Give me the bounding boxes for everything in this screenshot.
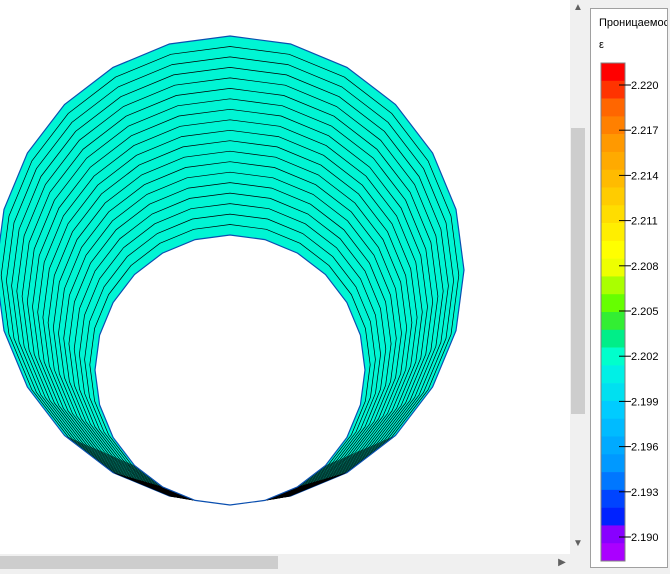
legend-color-swatch: [601, 365, 625, 384]
legend-color-swatch: [601, 223, 625, 242]
scroll-down-icon[interactable]: ▼: [570, 536, 586, 552]
legend-symbol: ε: [599, 39, 604, 51]
legend-color-swatch: [601, 543, 625, 562]
legend-color-swatch: [601, 436, 625, 455]
legend-color-swatch: [601, 418, 625, 437]
legend-color-swatch: [601, 258, 625, 277]
legend-tick-label: 2.190: [631, 532, 659, 544]
contour-plot: [0, 35, 465, 506]
legend-color-swatch: [601, 400, 625, 420]
scroll-right-icon[interactable]: ▶: [554, 554, 570, 571]
legend-color-swatch: [601, 383, 625, 402]
legend-color-swatch: [601, 454, 625, 473]
legend-color-swatch: [601, 98, 625, 117]
legend-tick-label: 2.196: [631, 442, 659, 454]
legend-color-swatch: [601, 187, 625, 206]
legend-tick-label: 2.220: [631, 80, 659, 92]
legend-color-swatch: [601, 134, 625, 153]
legend-color-swatch: [601, 525, 625, 544]
legend-color-swatch: [601, 489, 625, 508]
horizontal-scrollbar[interactable]: ▶: [0, 554, 570, 571]
legend-color-swatch: [601, 80, 625, 99]
horizontal-scroll-thumb[interactable]: [0, 556, 278, 569]
inner-hole: [94, 234, 366, 506]
legend-tick-label: 2.205: [631, 306, 659, 318]
legend-color-swatch: [601, 472, 625, 491]
legend-color-swatch: [601, 329, 625, 348]
legend-tick-label: 2.202: [631, 351, 659, 363]
legend-title: Проницаемос: [599, 17, 667, 29]
legend-tick-label: 2.217: [631, 125, 659, 137]
scroll-up-icon[interactable]: ▲: [570, 0, 586, 16]
legend-tick-label: 2.211: [631, 216, 658, 228]
legend-color-swatch: [601, 507, 625, 526]
contour-plot-canvas[interactable]: [0, 0, 570, 554]
legend-tick-label: 2.193: [631, 487, 659, 499]
vertical-scroll-thumb[interactable]: [571, 128, 585, 414]
legend-colorbar: 2.220 2.217 2.214 2.211 2.208 2.205 2.202 2.199…: [600, 62, 659, 562]
color-legend: 2.220 2.217 2.214 2.211 2.208 2.205 2.202 2.199…: [590, 8, 668, 568]
vertical-scrollbar[interactable]: ▲ ▼: [570, 0, 586, 554]
legend-tick-label: 2.214: [631, 170, 659, 182]
legend-color-swatch: [601, 151, 625, 171]
legend-color-swatch: [601, 276, 625, 295]
legend-color-swatch: [601, 240, 625, 259]
legend-color-swatch: [601, 312, 625, 331]
legend-color-swatch: [601, 294, 625, 313]
legend-color-swatch: [601, 169, 625, 188]
legend-tick-label: 2.199: [631, 396, 659, 408]
legend-color-swatch: [601, 63, 625, 82]
legend-tick-label: 2.208: [631, 261, 659, 273]
legend-color-swatch: [601, 116, 625, 135]
scrollbar-corner: [570, 554, 586, 571]
